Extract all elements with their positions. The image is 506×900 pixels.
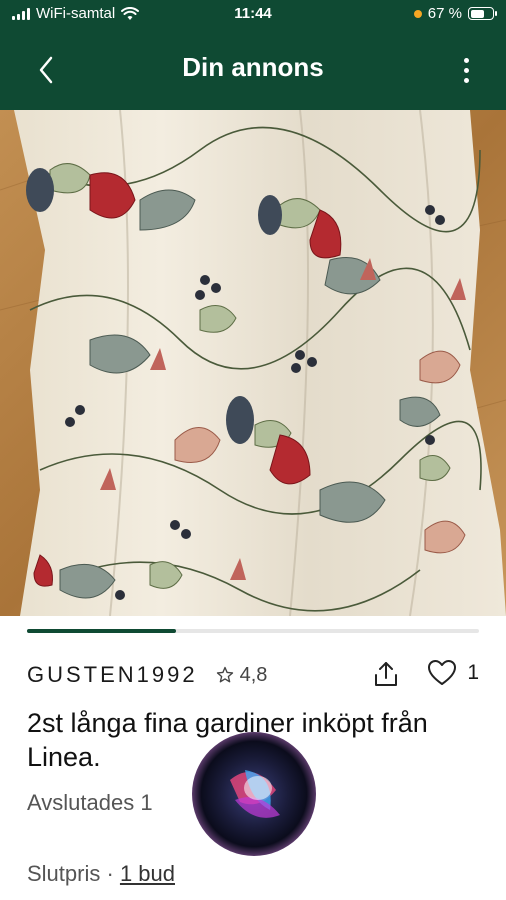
- separator: ·: [106, 861, 114, 886]
- orange-dot-icon: [413, 9, 422, 18]
- status-right: 67 %: [413, 5, 497, 22]
- gallery-progress: [27, 629, 479, 633]
- ends-text: Avslutades 1: [27, 790, 153, 815]
- favorite-button[interactable]: 1: [427, 659, 479, 687]
- app-header: Din annons: [0, 30, 506, 110]
- share-button[interactable]: [371, 659, 401, 689]
- heart-outline-icon: [428, 660, 457, 685]
- share-icon: [375, 662, 397, 686]
- listing-photo[interactable]: [0, 110, 506, 616]
- seller-row: GUSTEN1992 4,8 1: [27, 657, 479, 693]
- page-title: Din annons: [182, 52, 324, 82]
- more-options-button[interactable]: [454, 52, 478, 88]
- status-bar: WiFi-samtal 11:44 67 %: [0, 0, 506, 30]
- battery-fill: [470, 9, 484, 18]
- siri-orb-icon[interactable]: [190, 730, 318, 858]
- star-outline-icon: [216, 666, 233, 683]
- curtain-fabric-image: [0, 110, 506, 616]
- gallery-progress-fill: [27, 629, 177, 633]
- final-price-label: Slutpris: [27, 861, 101, 886]
- battery-icon: [468, 7, 497, 20]
- final-price-row: Slutpris · 1 bud: [27, 861, 175, 887]
- favorites-count: 1: [467, 661, 479, 684]
- battery-percent: 67 %: [427, 5, 462, 22]
- bids-link[interactable]: 1 bud: [120, 861, 175, 886]
- seller-name[interactable]: GUSTEN1992: [27, 662, 198, 688]
- seller-rating: 4,8: [216, 663, 268, 687]
- rating-value: 4,8: [239, 663, 268, 686]
- more-vertical-icon: [463, 57, 469, 63]
